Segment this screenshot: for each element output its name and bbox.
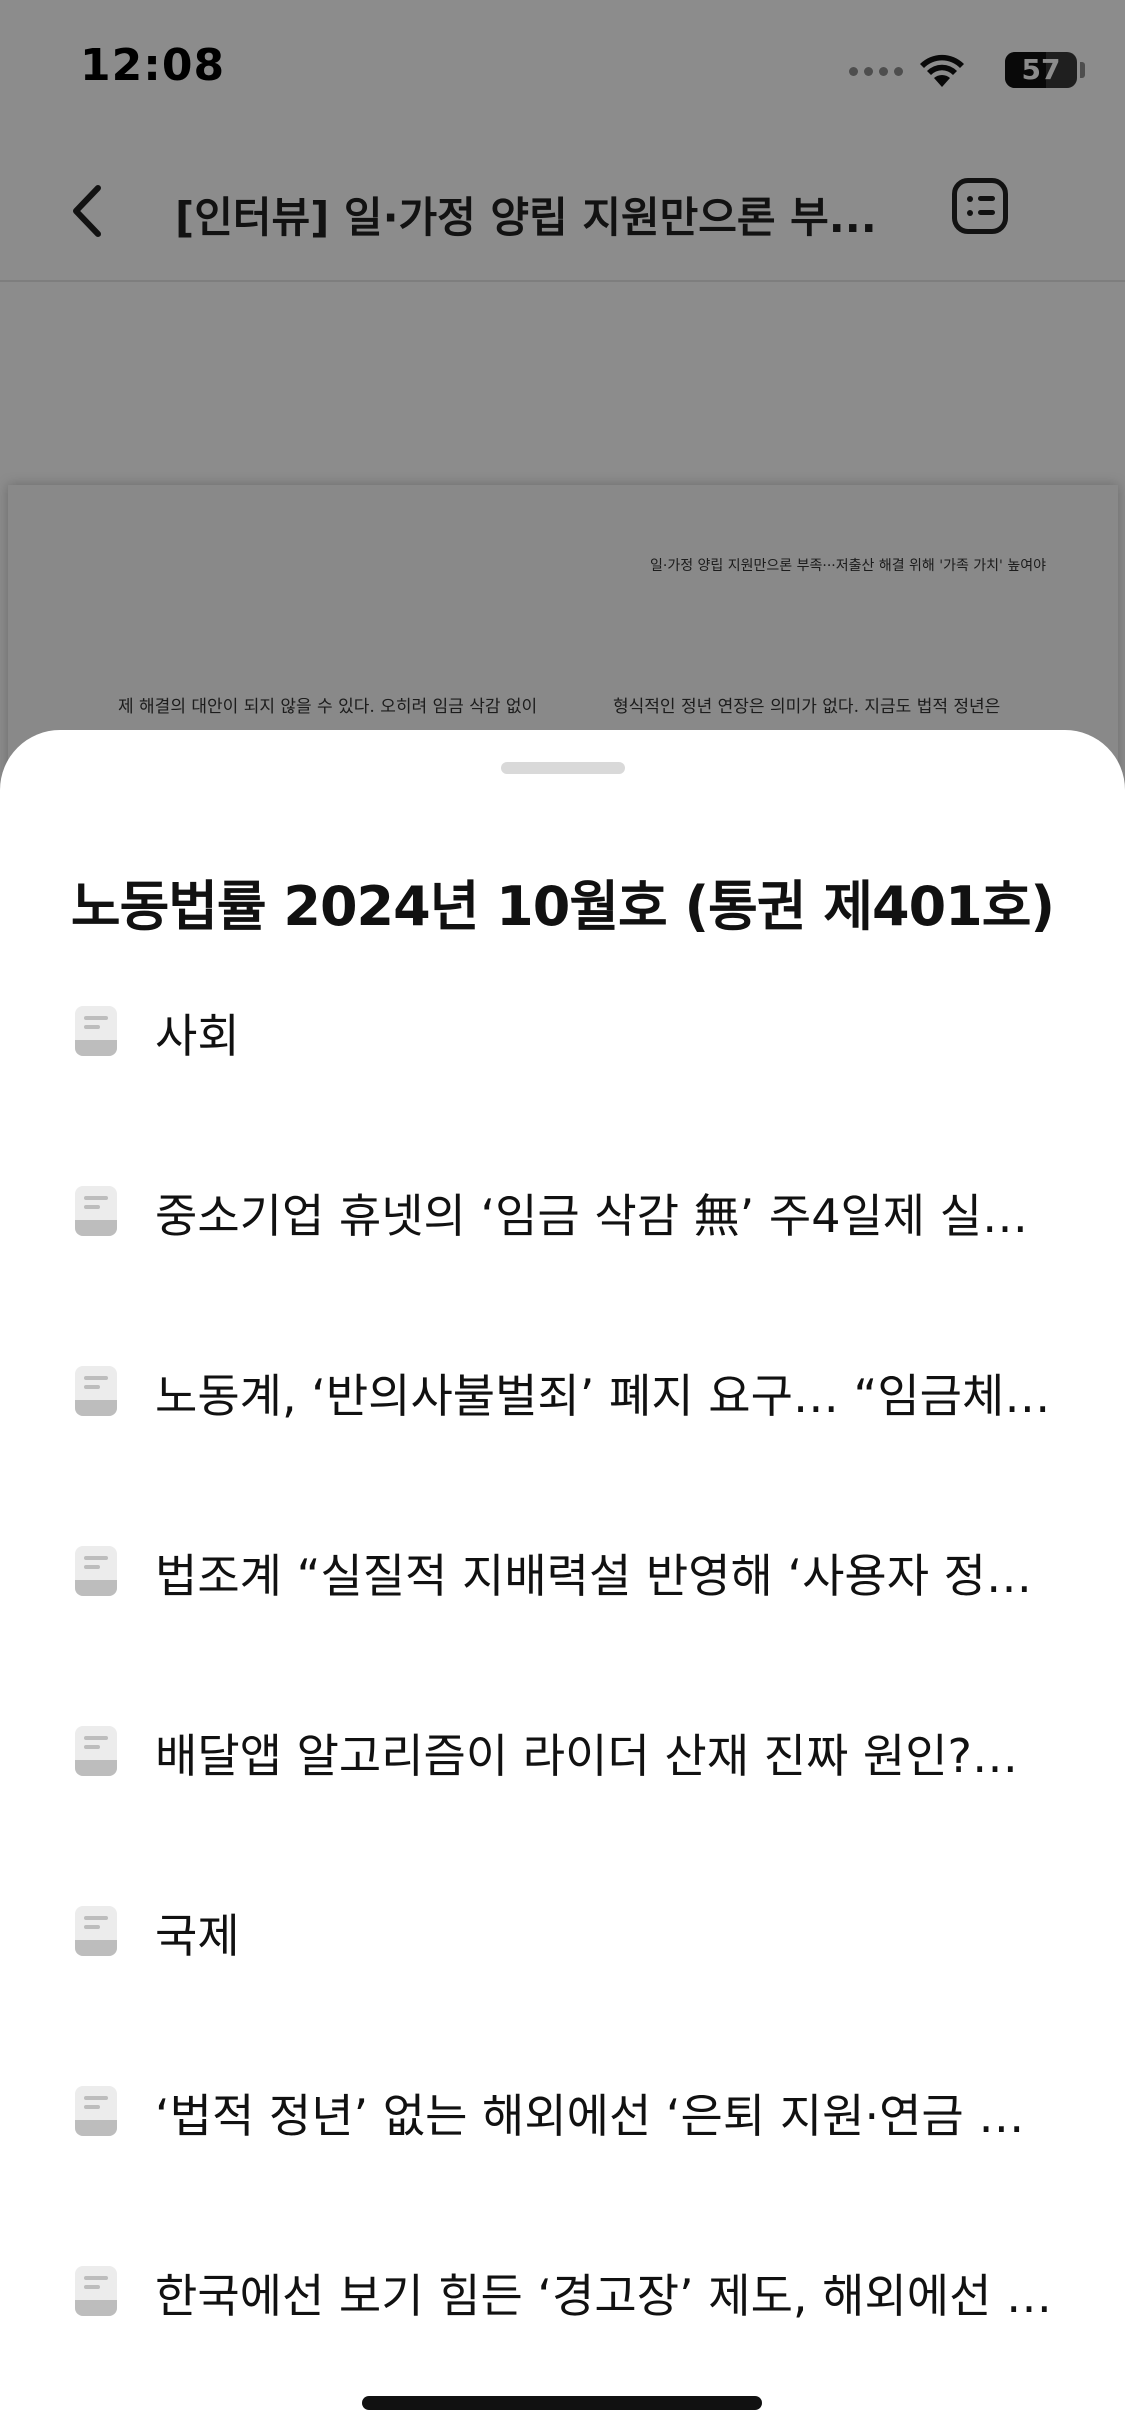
toc-item[interactable]: 사회 (0, 978, 1125, 1088)
document-icon (75, 1186, 117, 1236)
document-icon (75, 2086, 117, 2136)
toc-item-label: 노동계, ‘반의사불벌죄’ 폐지 요구… “임금체불 ... (155, 1369, 1060, 1423)
toc-item-label: ‘법적 정년’ 없는 해외에선 ‘은퇴 지원·연금 수령... (155, 2089, 1060, 2143)
toc-item-label: 배달앱 알고리즘이 라이더 산재 진짜 원인?… ... (155, 1729, 1060, 1783)
home-indicator[interactable] (362, 2396, 762, 2410)
toc-item-label: 법조계 “실질적 지배력설 반영해 ‘사용자 정의’ ... (155, 1549, 1060, 1603)
sheet-title: 노동법률 2024년 10월호 (통권 제401호) (70, 875, 1055, 938)
document-icon (75, 2266, 117, 2316)
toc-item[interactable]: 국제 (0, 1878, 1125, 1988)
toc-item[interactable]: 중소기업 휴넷의 ‘임금 삭감 無’ 주4일제 실험 ... (0, 1158, 1125, 1268)
sheet-grabber[interactable] (501, 762, 625, 774)
document-icon (75, 1006, 117, 1056)
toc-item-label: 한국에선 보기 힘든 ‘경고장’ 제도, 해외에선 이... (155, 2269, 1060, 2323)
document-icon (75, 1546, 117, 1596)
toc-item[interactable]: 노동계, ‘반의사불벌죄’ 폐지 요구… “임금체불 ... (0, 1338, 1125, 1448)
toc-item-label: 국제 (155, 1909, 240, 1963)
document-icon (75, 1906, 117, 1956)
toc-item-label: 중소기업 휴넷의 ‘임금 삭감 無’ 주4일제 실험 ... (155, 1189, 1060, 1243)
toc-item[interactable]: 한국에선 보기 힘든 ‘경고장’ 제도, 해외에선 이... (0, 2238, 1125, 2348)
toc-item-label: 사회 (155, 1009, 240, 1063)
document-icon (75, 1366, 117, 1416)
table-of-contents-sheet: 노동법률 2024년 10월호 (통권 제401호) 사회 중소기업 휴넷의 ‘… (0, 730, 1125, 2436)
toc-item[interactable]: 배달앱 알고리즘이 라이더 산재 진짜 원인?… ... (0, 1698, 1125, 1808)
document-icon (75, 1726, 117, 1776)
toc-item[interactable]: 법조계 “실질적 지배력설 반영해 ‘사용자 정의’ ... (0, 1518, 1125, 1628)
toc-item[interactable]: ‘법적 정년’ 없는 해외에선 ‘은퇴 지원·연금 수령... (0, 2058, 1125, 2168)
